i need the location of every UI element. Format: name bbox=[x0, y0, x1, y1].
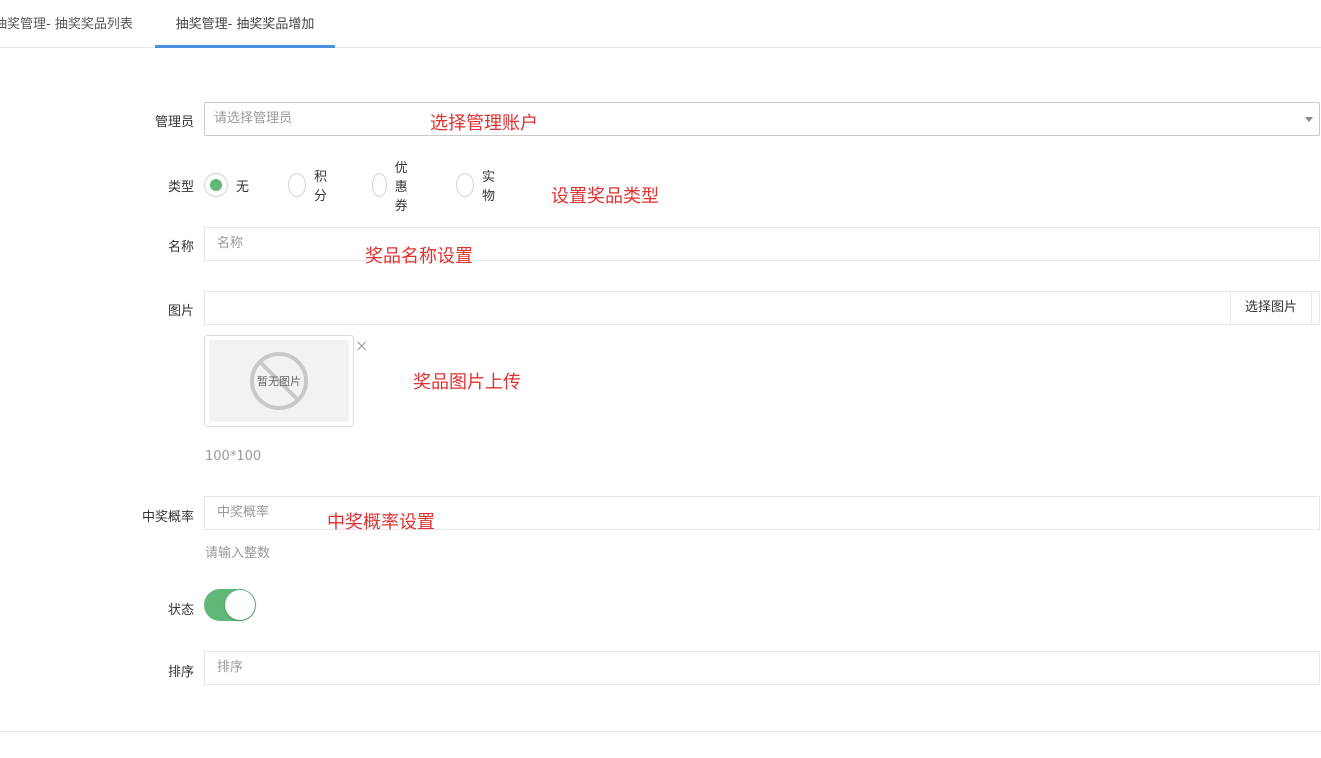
probability-input-placeholder: 中奖概率 bbox=[217, 505, 270, 520]
image-note: 奖品图片上传 bbox=[413, 372, 521, 393]
radio-unchecked-icon bbox=[456, 173, 475, 197]
sort-label: 排序 bbox=[167, 665, 194, 680]
name-input-placeholder: 名称 bbox=[217, 236, 244, 251]
tab-prize-list[interactable]: 抽奖管理- 抽奖奖品列表 bbox=[0, 0, 133, 48]
image-placeholder: 暂无图片 bbox=[209, 340, 349, 422]
type-label: 类型 bbox=[167, 180, 194, 195]
radio-unchecked-icon bbox=[288, 173, 307, 197]
choose-image-button[interactable]: 选择图片 bbox=[1230, 291, 1312, 325]
no-image-text: 暂无图片 bbox=[257, 375, 301, 388]
image-thumbnail: 暂无图片 bbox=[204, 335, 354, 427]
close-icon[interactable]: × bbox=[355, 336, 368, 355]
caret-down-icon bbox=[1305, 117, 1313, 122]
admin-select[interactable]: 请选择管理员 bbox=[204, 102, 1320, 136]
radio-type-coupon[interactable]: 优惠券 bbox=[372, 161, 417, 214]
radio-label: 无 bbox=[236, 179, 250, 195]
radio-unchecked-icon bbox=[372, 173, 387, 197]
sort-input[interactable]: 排序 bbox=[204, 651, 1320, 685]
admin-select-placeholder: 请选择管理员 bbox=[214, 111, 293, 126]
page: 抽奖管理- 抽奖奖品列表 抽奖管理- 抽奖奖品增加 管理员 请选择管理员 选择管… bbox=[0, 0, 1321, 758]
divider bbox=[0, 731, 1321, 732]
radio-label: 优惠券 bbox=[394, 160, 408, 214]
radio-type-physical[interactable]: 实物 bbox=[456, 170, 501, 204]
name-label: 名称 bbox=[167, 240, 194, 255]
image-path-input[interactable]: 选择图片 bbox=[204, 291, 1320, 325]
image-size-hint: 100*100 bbox=[205, 449, 262, 464]
name-note: 奖品名称设置 bbox=[365, 246, 473, 267]
status-label: 状态 bbox=[167, 603, 194, 618]
radio-type-none[interactable]: 无 bbox=[204, 172, 249, 198]
toggle-knob bbox=[225, 590, 255, 620]
image-label: 图片 bbox=[167, 304, 194, 319]
status-toggle[interactable] bbox=[204, 589, 256, 621]
probability-hint: 请输入整数 bbox=[205, 546, 271, 561]
radio-type-points[interactable]: 积分 bbox=[288, 170, 333, 204]
radio-label: 实物 bbox=[482, 170, 496, 204]
probability-note: 中奖概率设置 bbox=[327, 512, 435, 533]
type-note: 设置奖品类型 bbox=[551, 186, 659, 207]
probability-label: 中奖概率 bbox=[141, 510, 194, 525]
no-image-icon: 暂无图片 bbox=[250, 352, 308, 410]
tab-bar: 抽奖管理- 抽奖奖品列表 抽奖管理- 抽奖奖品增加 bbox=[0, 0, 1321, 48]
radio-label: 积分 bbox=[314, 170, 328, 204]
sort-input-placeholder: 排序 bbox=[217, 660, 244, 675]
tab-prize-add[interactable]: 抽奖管理- 抽奖奖品增加 bbox=[155, 0, 335, 48]
admin-note: 选择管理账户 bbox=[430, 113, 538, 134]
admin-label: 管理员 bbox=[154, 115, 194, 130]
radio-checked-icon bbox=[204, 173, 228, 197]
